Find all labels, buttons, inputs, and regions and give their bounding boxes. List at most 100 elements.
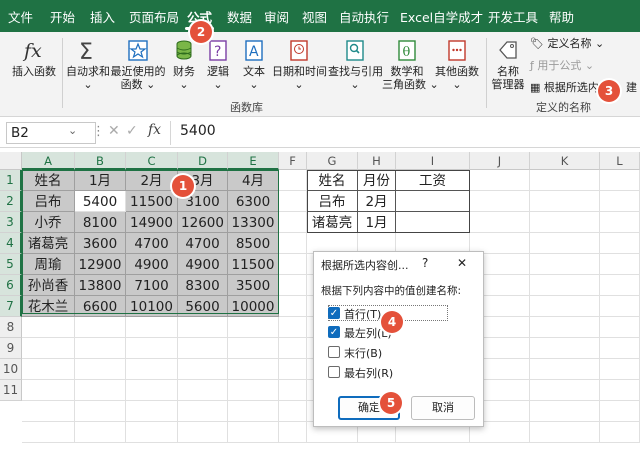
- empty-cell[interactable]: [22, 401, 75, 422]
- create-from-selection-button[interactable]: ▦ 根据所选内 建: [530, 81, 637, 95]
- tab-home[interactable]: 开始: [50, 0, 75, 32]
- lookup-cell[interactable]: 姓名: [307, 170, 358, 191]
- empty-cell[interactable]: [22, 422, 75, 443]
- table-cell[interactable]: 11500: [126, 191, 178, 212]
- empty-cell[interactable]: [530, 191, 600, 212]
- column-header-d[interactable]: D: [178, 152, 228, 170]
- empty-cell[interactable]: [75, 422, 126, 443]
- datetime-button[interactable]: 日期和时间 ⌄: [272, 38, 327, 91]
- empty-cell[interactable]: [530, 422, 600, 443]
- row-header-2[interactable]: 2: [0, 191, 22, 212]
- column-header-b[interactable]: B: [75, 152, 126, 170]
- column-header-h[interactable]: H: [358, 152, 396, 170]
- column-header-g[interactable]: G: [307, 152, 358, 170]
- logical-button[interactable]: ? 逻辑 ⌄: [202, 38, 234, 91]
- empty-cell[interactable]: [600, 254, 640, 275]
- column-header-f[interactable]: F: [279, 152, 307, 170]
- row-header-8[interactable]: 8: [0, 317, 22, 338]
- row-header-5[interactable]: 5: [0, 254, 22, 275]
- empty-cell[interactable]: [22, 338, 75, 359]
- option-right-column-label[interactable]: 最右列(R): [344, 365, 393, 381]
- row-header-11[interactable]: 11: [0, 380, 22, 401]
- empty-cell[interactable]: [470, 212, 530, 233]
- column-header-k[interactable]: K: [530, 152, 600, 170]
- empty-cell[interactable]: [279, 401, 307, 422]
- define-name-button[interactable]: 🏷 定义名称 ⌄: [530, 37, 604, 51]
- cancel-button[interactable]: 取消: [411, 396, 475, 420]
- empty-cell[interactable]: [600, 401, 640, 422]
- table-cell[interactable]: 12900: [75, 254, 126, 275]
- table-cell[interactable]: 13300: [228, 212, 279, 233]
- lookup-cell[interactable]: [396, 212, 470, 233]
- table-cell[interactable]: 10000: [228, 296, 279, 317]
- empty-cell[interactable]: [279, 338, 307, 359]
- enter-check-icon[interactable]: ✓: [126, 123, 138, 139]
- table-cell[interactable]: 11500: [228, 254, 279, 275]
- empty-cell[interactable]: [126, 317, 178, 338]
- table-cell[interactable]: 小乔: [22, 212, 75, 233]
- empty-cell[interactable]: [530, 275, 600, 296]
- empty-cell[interactable]: [228, 359, 279, 380]
- empty-cell[interactable]: [600, 191, 640, 212]
- empty-cell[interactable]: [22, 359, 75, 380]
- table-cell[interactable]: 4700: [126, 233, 178, 254]
- empty-cell[interactable]: [279, 359, 307, 380]
- empty-cell[interactable]: [530, 233, 600, 254]
- table-cell[interactable]: 吕布: [22, 191, 75, 212]
- lookup-cell[interactable]: 吕布: [307, 191, 358, 212]
- table-cell[interactable]: 姓名: [22, 170, 75, 191]
- empty-cell[interactable]: [279, 422, 307, 443]
- table-cell[interactable]: 3600: [75, 233, 126, 254]
- table-cell[interactable]: 6300: [228, 191, 279, 212]
- table-cell[interactable]: 8300: [178, 275, 228, 296]
- empty-cell[interactable]: [178, 338, 228, 359]
- empty-cell[interactable]: [126, 422, 178, 443]
- empty-cell[interactable]: [228, 401, 279, 422]
- row-header-1[interactable]: 1: [0, 170, 22, 191]
- tab-file[interactable]: 文件: [8, 0, 33, 32]
- empty-cell[interactable]: [22, 380, 75, 401]
- empty-cell[interactable]: [178, 380, 228, 401]
- finance-button[interactable]: 财务 ⌄: [168, 38, 200, 91]
- empty-cell[interactable]: [279, 317, 307, 338]
- empty-cell[interactable]: [126, 401, 178, 422]
- empty-cell[interactable]: [279, 254, 307, 275]
- empty-cell[interactable]: [279, 212, 307, 233]
- column-header-l[interactable]: L: [600, 152, 640, 170]
- cancel-icon[interactable]: ✕: [108, 123, 120, 139]
- chevron-down-icon[interactable]: ⌄: [68, 124, 77, 137]
- table-cell[interactable]: 4700: [178, 233, 228, 254]
- help-icon[interactable]: ?: [422, 256, 428, 270]
- name-manager-button[interactable]: 名称 管理器: [490, 38, 526, 91]
- empty-cell[interactable]: [530, 212, 600, 233]
- lookup-button[interactable]: 查找与引用 ⌄: [328, 38, 383, 91]
- table-cell[interactable]: 4900: [178, 254, 228, 275]
- close-icon[interactable]: ✕: [457, 256, 467, 270]
- empty-cell[interactable]: [279, 296, 307, 317]
- tab-page-layout[interactable]: 页面布局: [129, 0, 179, 32]
- table-cell[interactable]: 12600: [178, 212, 228, 233]
- table-cell[interactable]: 4900: [126, 254, 178, 275]
- name-box[interactable]: B2: [6, 122, 96, 144]
- lookup-cell[interactable]: [396, 191, 470, 212]
- empty-cell[interactable]: [600, 317, 640, 338]
- empty-cell[interactable]: [22, 317, 75, 338]
- empty-cell[interactable]: [600, 296, 640, 317]
- empty-cell[interactable]: [178, 401, 228, 422]
- empty-cell[interactable]: [75, 338, 126, 359]
- active-cell[interactable]: 5400: [75, 191, 126, 212]
- tab-insert[interactable]: 插入: [90, 0, 115, 32]
- checkbox-bottom-row[interactable]: [328, 346, 340, 358]
- table-cell[interactable]: 13800: [75, 275, 126, 296]
- lookup-cell[interactable]: 2月: [358, 191, 396, 212]
- empty-cell[interactable]: [530, 401, 600, 422]
- empty-cell[interactable]: [228, 422, 279, 443]
- table-cell[interactable]: 4月: [228, 170, 279, 191]
- tab-help[interactable]: 帮助: [549, 0, 574, 32]
- row-header-10[interactable]: 10: [0, 359, 22, 380]
- column-header-i[interactable]: I: [396, 152, 470, 170]
- tab-automate[interactable]: 自动执行: [339, 0, 389, 32]
- empty-cell[interactable]: [530, 380, 600, 401]
- math-trig-button[interactable]: θ 数学和 三角函数 ⌄: [382, 38, 439, 91]
- table-cell[interactable]: 8100: [75, 212, 126, 233]
